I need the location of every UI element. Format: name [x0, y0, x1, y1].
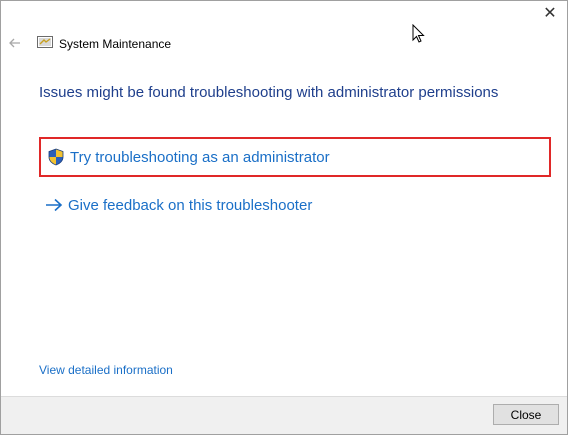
close-icon[interactable]: ✕ — [541, 5, 559, 23]
footer-bar: Close — [1, 396, 567, 434]
uac-shield-icon — [46, 147, 66, 167]
run-as-admin-label: Try troubleshooting as an administrator — [70, 148, 330, 166]
mouse-pointer-icon — [412, 23, 426, 44]
system-maintenance-icon — [37, 35, 53, 54]
title-bar: System Maintenance — [37, 35, 172, 54]
page-heading: Issues might be found troubleshooting wi… — [39, 84, 499, 101]
close-button[interactable]: Close — [493, 404, 559, 425]
run-as-admin-option[interactable]: Try troubleshooting as an administrator — [39, 137, 551, 177]
view-details-link[interactable]: View detailed information — [39, 363, 173, 377]
troubleshooter-window: ✕ System Maintenance Issues might be fou… — [0, 0, 568, 435]
give-feedback-option[interactable]: Give feedback on this troubleshooter — [39, 185, 551, 225]
back-arrow-icon[interactable] — [7, 35, 23, 51]
window-title: System Maintenance — [59, 37, 172, 51]
arrow-right-icon — [44, 195, 64, 215]
give-feedback-label: Give feedback on this troubleshooter — [68, 196, 313, 214]
